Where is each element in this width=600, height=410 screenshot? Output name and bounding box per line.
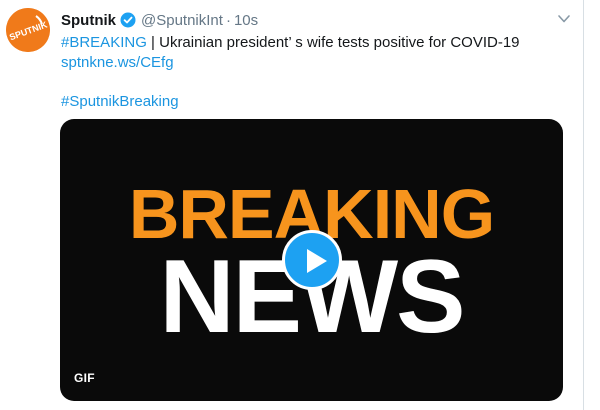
tweet-hashtag-line: #SputnikBreaking bbox=[61, 93, 179, 110]
separator-dot: · bbox=[225, 11, 231, 29]
tweet-header: Sputnik @SputnikInt · 10s bbox=[61, 10, 258, 30]
hashtag-sputnikbreaking-link[interactable]: #SputnikBreaking bbox=[61, 93, 179, 110]
tweet-link-line: sptnkne.ws/CEfg bbox=[61, 54, 174, 71]
play-icon bbox=[307, 249, 327, 273]
tweet-text: #BREAKING | Ukrainian president’ s wife … bbox=[61, 34, 520, 51]
tweet-card[interactable]: SPUTNIK Sputnik @SputnikInt · 10s #BREAK… bbox=[0, 0, 600, 410]
gif-media[interactable]: BREAKING NEWS GIF bbox=[60, 119, 563, 401]
tweet-body-text: | Ukrainian president’ s wife tests posi… bbox=[146, 34, 520, 51]
hashtag-breaking-link[interactable]: #BREAKING bbox=[61, 34, 147, 51]
short-url-link[interactable]: sptnkne.ws/CEfg bbox=[61, 54, 174, 71]
sputnik-logo-icon: SPUTNIK bbox=[6, 8, 50, 52]
chevron-down-icon[interactable] bbox=[556, 12, 572, 26]
scrollbar-divider bbox=[583, 0, 584, 410]
play-button[interactable] bbox=[282, 230, 342, 290]
verified-badge-icon bbox=[120, 12, 136, 28]
author-handle[interactable]: @SputnikInt bbox=[141, 12, 223, 29]
avatar[interactable]: SPUTNIK bbox=[6, 8, 50, 52]
timestamp[interactable]: 10s bbox=[234, 12, 258, 29]
gif-badge: GIF bbox=[74, 371, 95, 385]
author-name[interactable]: Sputnik bbox=[61, 12, 116, 29]
